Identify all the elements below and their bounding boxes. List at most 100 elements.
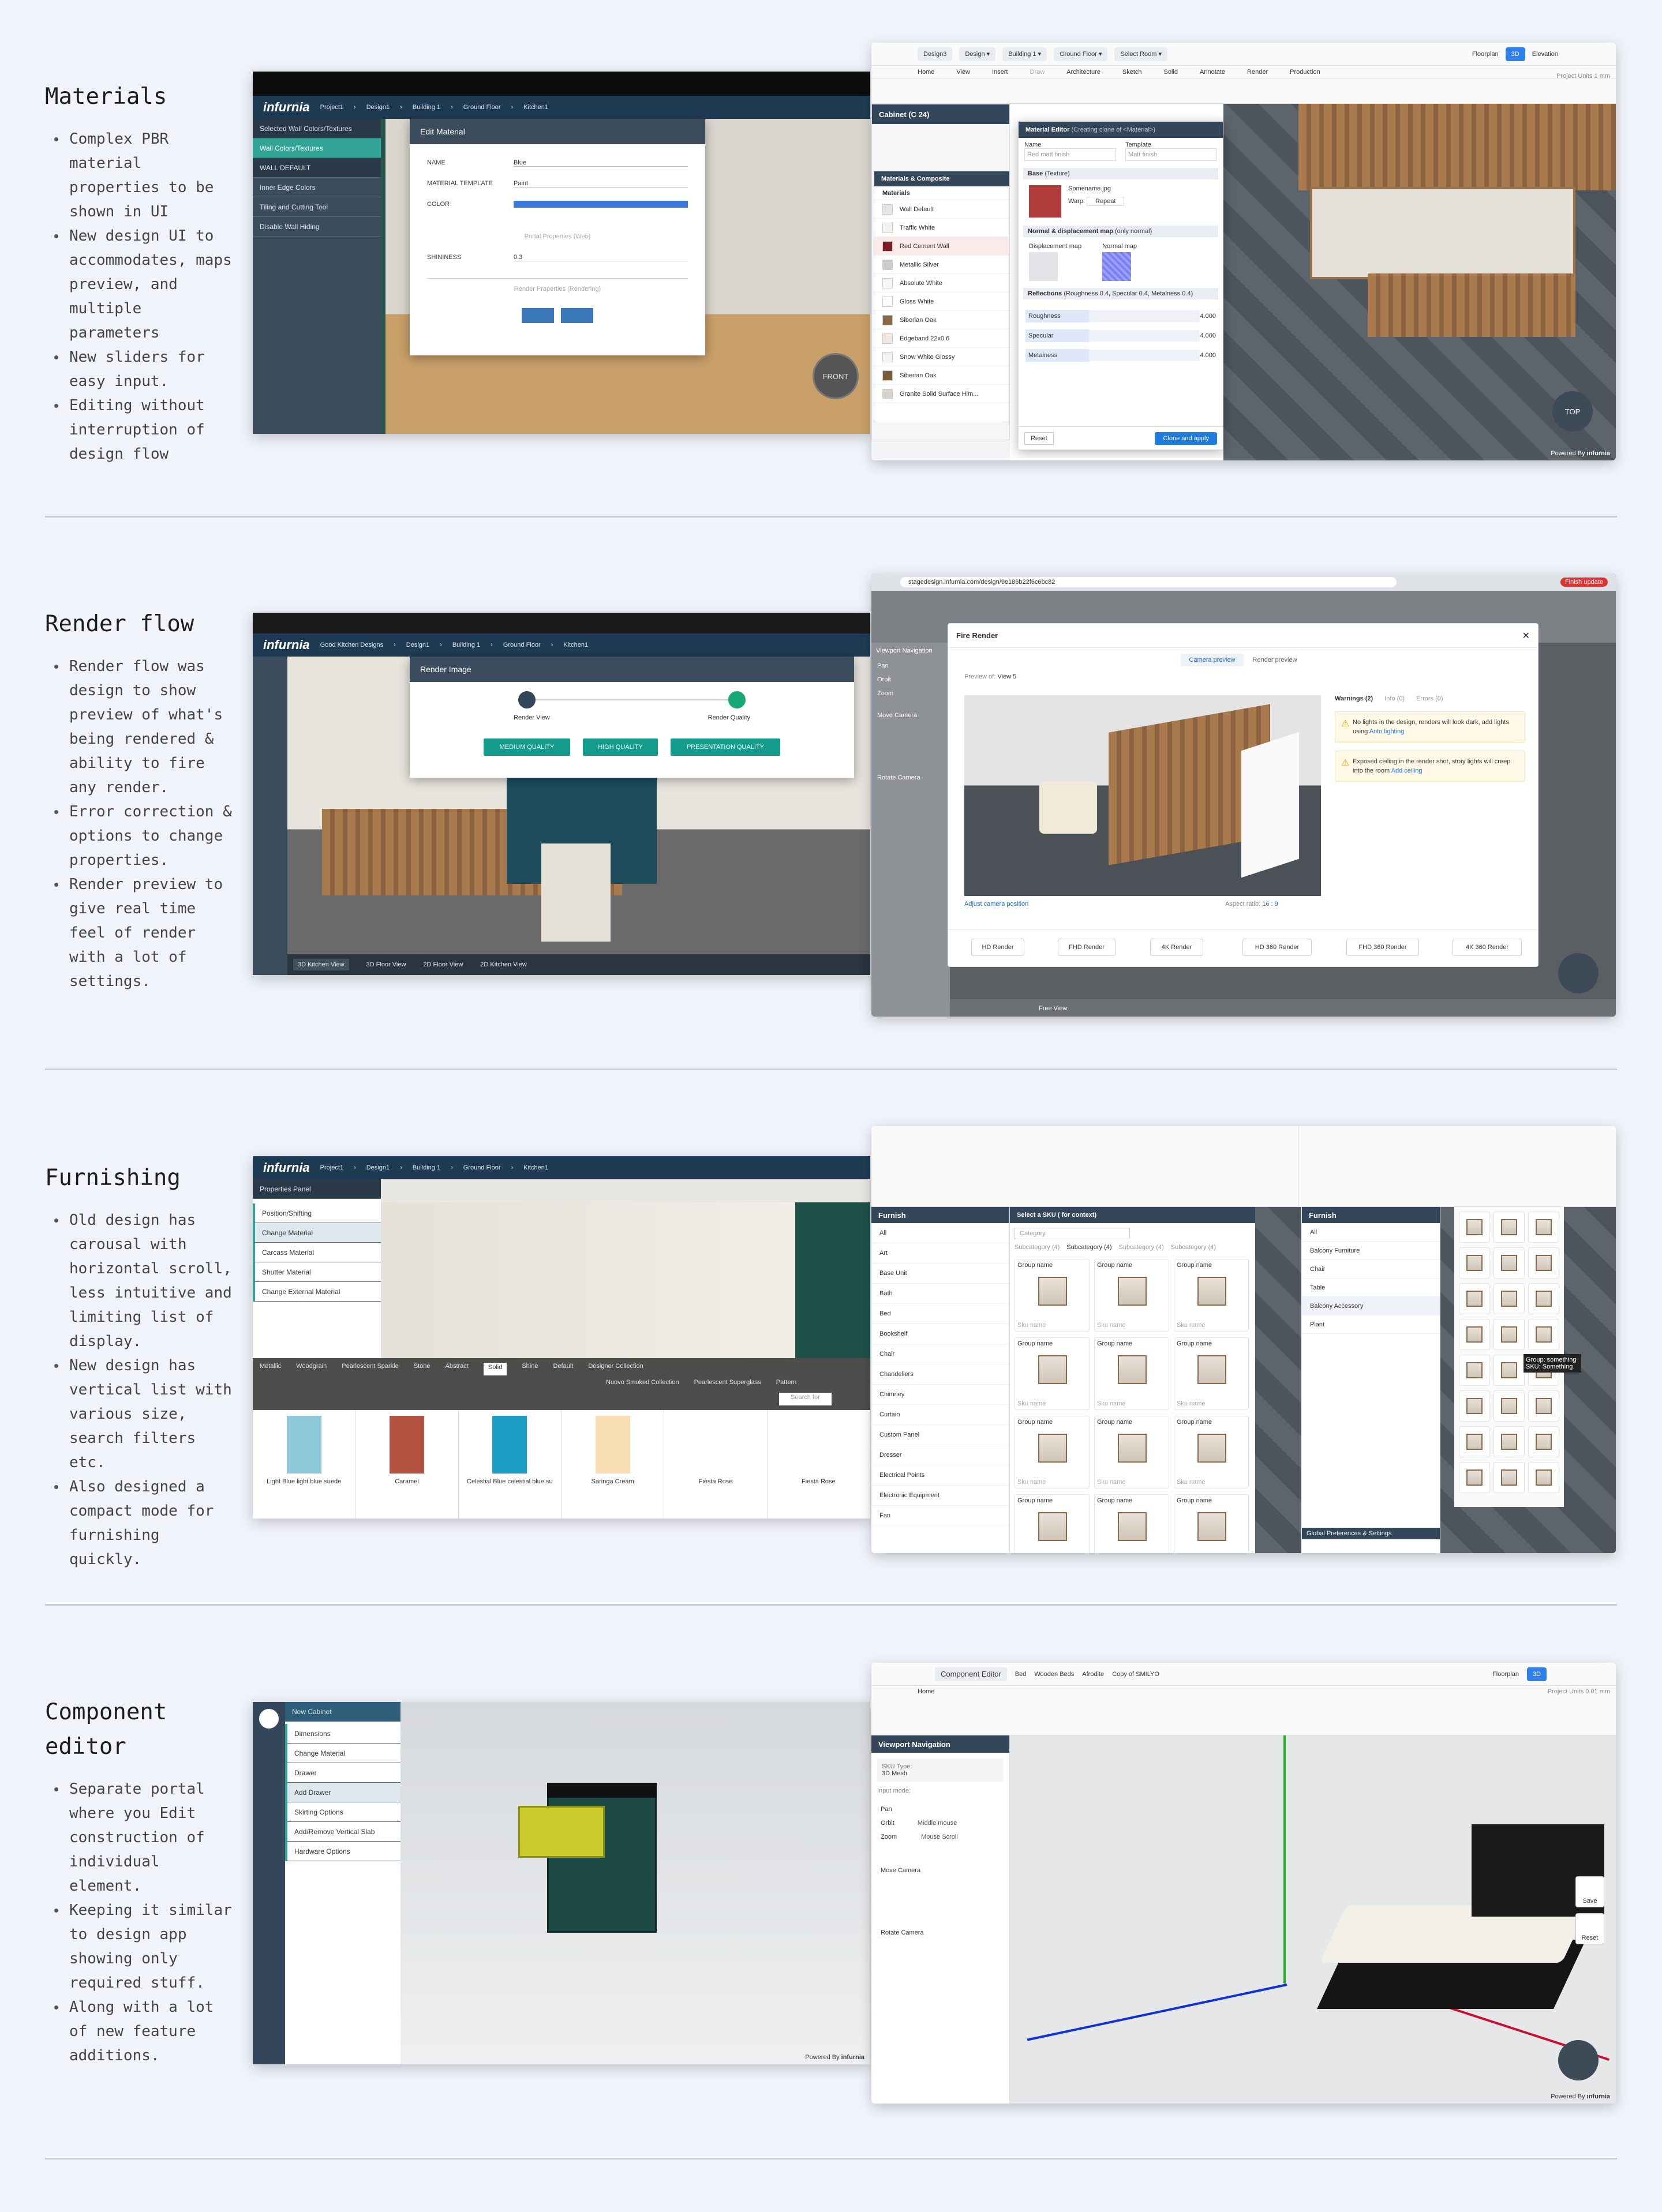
library-item[interactable]: Absolute White (874, 274, 1009, 293)
filter-chip[interactable]: Solid (483, 1363, 507, 1375)
template-input[interactable]: Matt finish (1125, 148, 1217, 161)
library-item[interactable]: Edgeband 22x0.6 (874, 329, 1009, 348)
view-tab[interactable]: 3D Kitchen View (293, 959, 349, 970)
filter-chip[interactable]: Pattern (776, 1379, 796, 1389)
elevation-button[interactable]: Elevation (1532, 51, 1558, 58)
filter-chip[interactable]: Stone (414, 1363, 431, 1375)
menu-tab[interactable]: Architecture (1066, 69, 1100, 76)
free-view-tab[interactable]: Free View (1039, 1005, 1067, 1012)
panel-row[interactable]: Hardware Options (285, 1842, 400, 1861)
units-value[interactable]: 0.01 mm (1585, 1688, 1610, 1695)
breadcrumb-item[interactable]: Project1 (320, 104, 343, 111)
sku-tile[interactable] (1528, 1212, 1559, 1243)
material-card[interactable]: Light Blue light blue suede (253, 1410, 356, 1519)
filter-chip[interactable]: Designer Collection (588, 1363, 643, 1375)
hd-360-render-button[interactable]: HD 360 Render (1242, 939, 1312, 956)
ok-button[interactable] (522, 308, 554, 323)
subcategory-tab[interactable]: Subcategory (4) (1119, 1244, 1164, 1251)
url-bar[interactable]: stagedesign.infurnia.com/design/9e186b22… (900, 577, 1397, 587)
sku-card[interactable]: Group name Sku name (1094, 1337, 1169, 1410)
design-name[interactable]: Design3 (918, 47, 953, 61)
category-item[interactable]: Curtain (871, 1405, 1009, 1425)
panel-row[interactable]: Inner Edge Colors (253, 178, 381, 197)
add-ceiling-link[interactable]: Add ceiling (1391, 767, 1423, 774)
menu-tab[interactable]: Solid (1164, 69, 1178, 76)
subcategory-tab[interactable]: Subcategory (4) (1015, 1244, 1060, 1251)
filter-chip[interactable]: Shine (522, 1363, 538, 1375)
menu-tab[interactable]: Insert (992, 69, 1008, 76)
library-item[interactable]: Wall Default (874, 200, 1009, 219)
breadcrumb-item[interactable]: Kitchen1 (523, 1164, 548, 1171)
tab-camera-preview[interactable]: Camera preview (1181, 654, 1244, 666)
panel-row[interactable]: Change Material (253, 1223, 381, 1243)
filter-chip[interactable]: Woodgrain (296, 1363, 327, 1375)
material-card[interactable]: Caramel (355, 1410, 459, 1519)
view-cube[interactable] (1558, 2040, 1599, 2080)
room-dropdown[interactable]: Select Room ▾ (1114, 47, 1168, 61)
fhd-render-button[interactable]: FHD Render (1058, 939, 1116, 956)
panel-row[interactable]: Dimensions (285, 1724, 400, 1744)
panel-row[interactable]: Add Drawer (285, 1783, 400, 1802)
sku-tile[interactable] (1493, 1355, 1525, 1386)
breadcrumb-item[interactable]: Ground Floor (463, 1164, 501, 1171)
floor-dropdown[interactable]: Ground Floor ▾ (1054, 47, 1108, 61)
view-tab[interactable]: 3D Floor View (366, 961, 406, 968)
category-item[interactable]: Art (871, 1243, 1009, 1264)
sku-tile[interactable] (1459, 1426, 1490, 1457)
medium-quality-button[interactable]: MEDIUM QUALITY (484, 738, 570, 756)
wrap-select[interactable]: Repeat (1087, 197, 1125, 206)
building-dropdown[interactable]: Building 1 ▾ (1002, 47, 1047, 61)
category-item[interactable]: Dresser (871, 1445, 1009, 1465)
high-quality-button[interactable]: HIGH QUALITY (583, 738, 658, 756)
metalness-slider[interactable] (1089, 350, 1200, 361)
menu-tab[interactable]: Annotate (1200, 69, 1225, 76)
category-item[interactable]: Electrical Points (871, 1465, 1009, 1486)
slider-value[interactable]: 4.000 (1200, 313, 1216, 320)
slider-value[interactable]: 4.000 (1200, 332, 1216, 339)
sku-tile[interactable] (1528, 1319, 1559, 1350)
sku-tile[interactable] (1459, 1247, 1490, 1279)
sku-tile[interactable] (1493, 1212, 1525, 1243)
panel-row[interactable]: Add/Remove Vertical Slab (285, 1822, 400, 1842)
category-item[interactable]: Balcony Accessory (1302, 1297, 1440, 1315)
4k-360-render-button[interactable]: 4K 360 Render (1453, 939, 1522, 956)
panel-row[interactable]: Drawer (285, 1763, 400, 1783)
category-item[interactable]: Electronic Equipment (871, 1486, 1009, 1506)
3d-button[interactable]: 3D (1526, 1667, 1547, 1681)
subcategory-tab[interactable]: Subcategory (4) (1066, 1244, 1111, 1251)
category-item[interactable]: Chair (1302, 1260, 1440, 1279)
library-item[interactable]: Traffic White (874, 219, 1009, 237)
slider-value[interactable]: 4.000 (1200, 352, 1216, 359)
breadcrumb-item[interactable]: Building 1 (413, 1164, 440, 1171)
breadcrumb-item[interactable]: Building 1 (413, 104, 440, 111)
panel-row[interactable]: Position/Shifting (253, 1204, 381, 1223)
breadcrumb-item[interactable]: Wooden Beds (1034, 1671, 1074, 1678)
panel-row[interactable]: Skirting Options (285, 1802, 400, 1822)
view-tab[interactable]: 2D Kitchen View (480, 961, 527, 968)
breadcrumb-item[interactable]: Design1 (366, 104, 390, 111)
aspect-select[interactable]: 16 : 9 (1262, 901, 1278, 908)
sku-tile[interactable] (1528, 1283, 1559, 1314)
category-item[interactable]: Fan (871, 1506, 1009, 1526)
category-item[interactable]: All (871, 1223, 1009, 1243)
view-tab[interactable]: 2D Floor View (423, 961, 463, 968)
template-field[interactable]: Paint (514, 180, 688, 188)
material-card[interactable]: Fiesta Rose (664, 1410, 768, 1519)
adjust-camera-link[interactable]: Adjust camera position (964, 901, 1028, 908)
panel-row[interactable]: Carcass Material (253, 1243, 381, 1262)
breadcrumb-item[interactable]: Project1 (320, 1164, 343, 1171)
sku-tile[interactable] (1459, 1390, 1490, 1422)
sku-tile[interactable] (1493, 1247, 1525, 1279)
breadcrumb-item[interactable]: Ground Floor (463, 104, 501, 111)
sku-tile[interactable] (1459, 1283, 1490, 1314)
finish-update-button[interactable]: Finish update (1560, 578, 1608, 587)
presentation-quality-button[interactable]: PRESENTATION QUALITY (671, 738, 780, 756)
name-field[interactable]: Blue (514, 159, 688, 167)
category-item[interactable]: Bookshelf (871, 1324, 1009, 1344)
clone-apply-button[interactable]: Clone and apply (1155, 432, 1217, 445)
breadcrumb-item[interactable]: Kitchen1 (523, 104, 548, 111)
roughness-slider[interactable] (1089, 310, 1200, 322)
floorplan-button[interactable]: Floorplan (1492, 1671, 1519, 1678)
library-item[interactable]: Metallic Silver (874, 256, 1009, 274)
breadcrumb-item[interactable]: Copy of SMILYO (1112, 1671, 1159, 1678)
